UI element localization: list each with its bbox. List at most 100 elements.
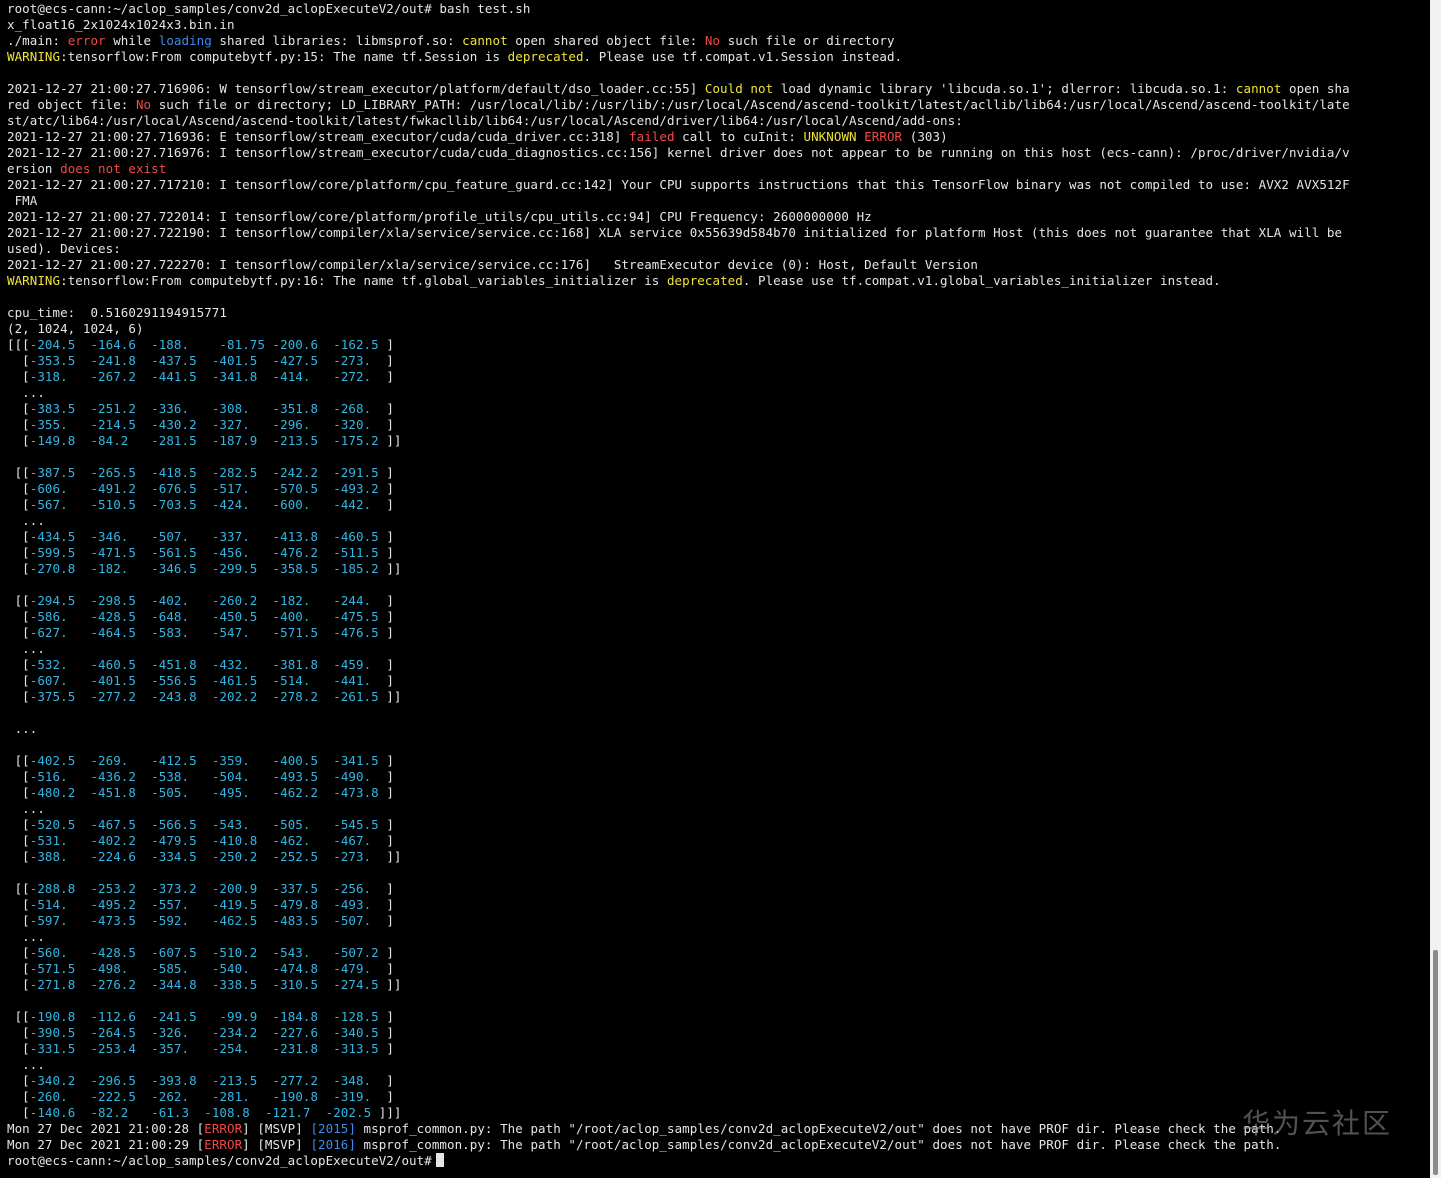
scrollbar-thumb[interactable] <box>1433 950 1438 1175</box>
terminal-text: cannot <box>1235 81 1282 96</box>
terminal-text: [ <box>7 561 30 576</box>
tensor-value: -234.2 <box>211 1025 258 1040</box>
tensor-value: -185.2 <box>333 561 379 576</box>
terminal-text: root@ecs-cann:~/aclop_samples/conv2d_acl… <box>7 1 531 16</box>
tensor-value: -299.5 <box>211 561 258 576</box>
tensor-value: -271.8 <box>29 977 76 992</box>
terminal-text: ... <box>7 385 45 400</box>
tensor-value: -540. <box>211 961 250 976</box>
tensor-value: -507. <box>333 913 372 928</box>
terminal-text: ] <box>371 833 394 848</box>
tensor-value: -413.8 <box>272 529 319 544</box>
tensor-value: -254. <box>211 1041 250 1056</box>
terminal-text: No <box>704 33 721 48</box>
tensor-value: -514. <box>29 897 68 912</box>
terminal-text: deprecated <box>666 273 743 288</box>
tensor-value: -424. <box>211 497 250 512</box>
terminal-text: [2015] <box>310 1121 356 1136</box>
tensor-value: -346.5 <box>151 561 197 576</box>
terminal-text: Mon 27 Dec 2021 21:00:28 [ <box>7 1121 205 1136</box>
terminal-text: while <box>105 33 159 48</box>
tensor-value: -400.5 <box>272 753 319 768</box>
terminal-line: [-560. -428.5 -607.5 -510.2 -543. -507.2… <box>7 945 1350 961</box>
terminal-window[interactable]: root@ecs-cann:~/aclop_samples/conv2d_acl… <box>0 0 1430 1178</box>
tensor-value: -268. <box>333 401 372 416</box>
tensor-value: -269. <box>90 753 129 768</box>
terminal-text: ] <box>371 593 394 608</box>
tensor-value: -451.8 <box>151 657 197 672</box>
terminal-text: ] <box>371 897 394 912</box>
tensor-value: -200.9 <box>211 881 258 896</box>
terminal-text: [ <box>7 1089 30 1104</box>
tensor-value: -450.5 <box>211 609 258 624</box>
tensor-value: -402.2 <box>90 833 136 848</box>
tensor-value: -224.6 <box>90 849 136 864</box>
tensor-value: -627. <box>29 625 68 640</box>
terminal-text: 2021-12-27 21:00:27.716906: W tensorflow… <box>7 81 705 96</box>
tensor-value: -281.5 <box>151 433 197 448</box>
tensor-value: -260. <box>29 1089 68 1104</box>
tensor-value: -479. <box>333 961 372 976</box>
tensor-value: -498. <box>90 961 129 976</box>
tensor-value: -200.6 <box>272 337 319 352</box>
terminal-line: cpu_time: 0.5160291194915771 <box>7 305 1350 321</box>
tensor-value: -265.5 <box>90 465 136 480</box>
terminal-text: ] [MSVP] <box>242 1137 311 1152</box>
terminal-text: x_float16_2x1024x1024x3.bin.in <box>7 17 235 32</box>
tensor-value: -442. <box>333 497 372 512</box>
tensor-value: -507.2 <box>333 945 379 960</box>
tensor-value: -388. <box>29 849 68 864</box>
prompt-line[interactable]: root@ecs-cann:~/aclop_samples/conv2d_acl… <box>7 1153 1350 1169</box>
tensor-value: -204.5 <box>29 337 76 352</box>
terminal-text: :tensorflow:From computebytf.py:16: The … <box>60 273 667 288</box>
tensor-value: -430.2 <box>151 417 197 432</box>
terminal-text: loading <box>158 33 212 48</box>
watermark-logo: 华为云社区 <box>1242 1107 1393 1140</box>
tensor-value: -491.2 <box>90 481 136 496</box>
terminal-text: ] <box>378 625 394 640</box>
tensor-value: -493.2 <box>333 481 379 496</box>
terminal-text: [ <box>7 961 30 976</box>
tensor-value: -318. <box>29 369 68 384</box>
tensor-value: -467. <box>333 833 372 848</box>
terminal-line: [-390.5 -264.5 -326. -234.2 -227.6 -340.… <box>7 1025 1350 1041</box>
tensor-value: -262. <box>151 1089 190 1104</box>
tensor-value: -187.9 <box>211 433 258 448</box>
terminal-line: used). Devices: <box>7 241 1350 257</box>
tensor-value: -401.5 <box>211 353 258 368</box>
tensor-value: -402.5 <box>29 753 76 768</box>
tensor-value: -571.5 <box>272 625 319 640</box>
terminal-line: [-331.5 -253.4 -357. -254. -231.8 -313.5… <box>7 1041 1350 1057</box>
text-cursor[interactable] <box>435 1153 444 1167</box>
terminal-text: cpu_time: 0.5160291194915771 <box>7 305 227 320</box>
terminal-text: open shared object file: <box>507 33 705 48</box>
tensor-value: -461.5 <box>211 673 258 688</box>
tensor-value: -583. <box>151 625 190 640</box>
vertical-scrollbar[interactable] <box>1430 0 1441 1178</box>
tensor-value: -281. <box>211 1089 250 1104</box>
